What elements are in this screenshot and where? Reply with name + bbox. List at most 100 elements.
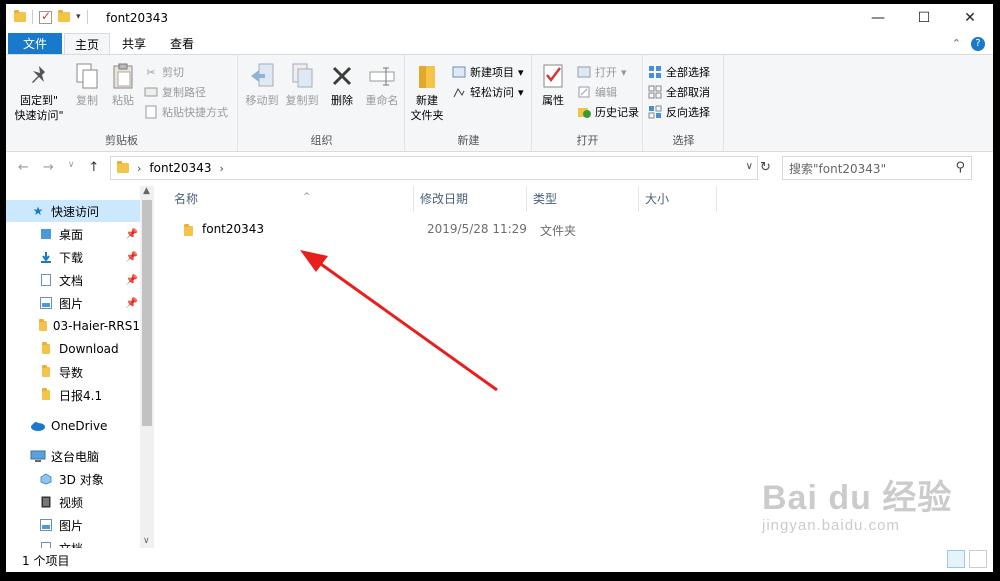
forward-arrow-icon[interactable]: → — [43, 160, 54, 175]
history-button[interactable]: 历史记录 — [577, 103, 639, 121]
collapse-ribbon-icon[interactable]: ⌃ — [952, 37, 961, 51]
select-none-label: 全部取消 — [666, 86, 710, 99]
sidebar-item-pictures[interactable]: 图片 — [6, 514, 140, 536]
sidebar-item-3d-objects[interactable]: 3D 对象 — [6, 468, 140, 490]
sidebar-item-label: 下载 — [59, 250, 84, 265]
chevron-down-icon[interactable]: ▾ — [76, 12, 81, 22]
tab-file[interactable]: 文件 — [8, 33, 62, 55]
navigation-pane: ★ 快速访问 桌面 📌 下载 📌 文档 📌 图片 📌 03-Haier-RRS1 — [6, 186, 154, 548]
organize-group-label: 组织 — [310, 134, 333, 147]
move-to-button[interactable]: 移动到 — [243, 61, 281, 108]
maximize-button[interactable]: ☐ — [901, 4, 947, 32]
title-bar: ▾ font20343 — ☐ ✕ — [6, 4, 993, 32]
sidebar-item-quick-access[interactable]: ★ 快速访问 — [6, 200, 140, 222]
sidebar-item-folder[interactable]: 日报4.1 — [6, 384, 140, 406]
tab-share[interactable]: 共享 — [112, 33, 156, 55]
tab-view[interactable]: 查看 — [160, 33, 204, 55]
navpane-scrollbar[interactable]: ▲ ∨ — [140, 186, 154, 548]
sidebar-item-label: 导数 — [59, 365, 84, 380]
column-header-type[interactable]: 类型 — [527, 186, 639, 212]
column-header-name[interactable]: 名称 ^ — [168, 186, 414, 212]
back-arrow-icon[interactable]: ← — [18, 160, 29, 175]
select-none-button[interactable]: 全部取消 — [648, 83, 710, 101]
close-button[interactable]: ✕ — [947, 4, 993, 32]
edit-button[interactable]: 编辑 — [577, 83, 617, 101]
sidebar-item-label: 图片 — [59, 296, 84, 311]
rename-button[interactable]: 重命名 — [363, 61, 401, 108]
sidebar-item-folder[interactable]: Download — [6, 338, 140, 360]
minimize-button[interactable]: — — [855, 4, 901, 32]
quick-access-toolbar: ▾ — [14, 9, 88, 24]
open-button[interactable]: 打开 ▾ — [577, 63, 627, 81]
column-header-modified[interactable]: 修改日期 — [414, 186, 527, 212]
copy-button[interactable]: 复制 — [70, 61, 104, 108]
pin-icon[interactable]: 📌 — [126, 229, 138, 240]
file-type: 文件夹 — [540, 224, 577, 238]
address-history-chevron-icon[interactable]: ∨ — [746, 161, 753, 172]
paste-shortcut-button[interactable]: 粘贴快捷方式 — [144, 103, 228, 121]
sidebar-item-downloads[interactable]: 下载 📌 — [6, 246, 140, 268]
select-none-icon — [648, 85, 662, 99]
new-folder-icon[interactable] — [58, 10, 70, 22]
up-arrow-icon[interactable]: ↑ — [88, 160, 99, 175]
help-icon[interactable]: ? — [971, 37, 985, 51]
new-item-label: 新建项目 — [470, 66, 514, 79]
breadcrumb-separator-icon[interactable]: › — [137, 162, 141, 175]
properties-check-icon[interactable] — [39, 9, 52, 24]
select-group-label: 选择 — [672, 134, 695, 147]
sidebar-item-onedrive[interactable]: OneDrive — [6, 415, 140, 437]
large-icons-view-button[interactable] — [969, 550, 987, 568]
copy-to-label: 复制到 — [285, 94, 319, 107]
pin-to-quick-access-button[interactable]: 固定到" 快速访问" — [12, 61, 66, 123]
pin-icon[interactable]: 📌 — [126, 275, 138, 286]
address-row: ← → ∨ ↑ › font20343 › ∨ ↻ 搜索"font20343" … — [6, 156, 993, 180]
sidebar-item-folder[interactable]: 导数 — [6, 361, 140, 383]
scroll-down-icon[interactable]: ∨ — [143, 536, 150, 546]
search-input[interactable]: 搜索"font20343" ⚲ — [782, 156, 972, 180]
recent-chevron-icon[interactable]: ∨ — [68, 160, 75, 175]
column-header-size[interactable]: 大小 — [639, 186, 717, 212]
copy-to-button[interactable]: 复制到 — [283, 61, 321, 108]
sidebar-item-label: 快速访问 — [51, 204, 100, 219]
sidebar-item-label: 桌面 — [59, 227, 84, 242]
address-bar[interactable]: › font20343 › ∨ — [110, 156, 758, 180]
invert-selection-button[interactable]: 反向选择 — [648, 103, 710, 121]
sidebar-item-videos[interactable]: 视频 — [6, 491, 140, 513]
sidebar-item-documents[interactable]: 文档 — [6, 537, 140, 548]
easy-access-button[interactable]: 轻松访问 ▾ — [452, 83, 524, 101]
document-icon — [38, 274, 54, 286]
search-icon[interactable]: ⚲ — [955, 160, 965, 175]
sidebar-item-pictures[interactable]: 图片 📌 — [6, 292, 140, 314]
breadcrumb-separator-icon[interactable]: › — [219, 162, 223, 175]
copy-path-button[interactable]: 复制路径 — [144, 83, 206, 101]
new-item-button[interactable]: 新建项目 ▾ — [452, 63, 524, 81]
table-row[interactable]: font20343 2019/5/28 11:29 文件夹 — [168, 220, 608, 240]
delete-x-icon — [328, 61, 356, 91]
select-all-button[interactable]: 全部选择 — [648, 63, 710, 81]
paste-button[interactable]: 粘贴 — [106, 61, 140, 108]
cut-button[interactable]: ✂ 剪切 — [144, 63, 184, 81]
open-group-label: 打开 — [576, 134, 599, 147]
history-icon — [577, 105, 591, 119]
edit-label: 编辑 — [595, 86, 617, 99]
folder-icon — [38, 319, 48, 331]
sidebar-item-folder[interactable]: 03-Haier-RRS1 — [6, 315, 140, 337]
tab-home[interactable]: 主页 — [64, 33, 110, 55]
pin-icon[interactable]: 📌 — [126, 252, 138, 263]
refresh-icon[interactable]: ↻ — [760, 160, 771, 175]
pin-label-line1: 固定到" — [19, 94, 59, 107]
new-folder-button[interactable]: 新建 文件夹 — [408, 61, 446, 123]
paste-label: 粘贴 — [112, 94, 134, 107]
breadcrumb-item[interactable]: font20343 — [149, 161, 211, 175]
scroll-up-icon[interactable]: ▲ — [143, 186, 150, 196]
ribbon: 固定到" 快速访问" 复制 粘贴 ✂ 剪切 复制路径 粘贴快捷方式 剪贴板 移动… — [6, 54, 993, 152]
sidebar-item-desktop[interactable]: 桌面 📌 — [6, 223, 140, 245]
organize-group: 移动到 复制到 删除 重命名 组织 — [239, 55, 405, 151]
sidebar-item-this-pc[interactable]: 这台电脑 — [6, 445, 140, 467]
delete-button[interactable]: 删除 — [327, 61, 357, 108]
sidebar-item-documents[interactable]: 文档 📌 — [6, 269, 140, 291]
pin-icon[interactable]: 📌 — [126, 298, 138, 309]
scrollbar-thumb[interactable] — [142, 200, 152, 426]
details-view-button[interactable] — [947, 550, 965, 568]
properties-button[interactable]: 属性 — [535, 61, 571, 108]
